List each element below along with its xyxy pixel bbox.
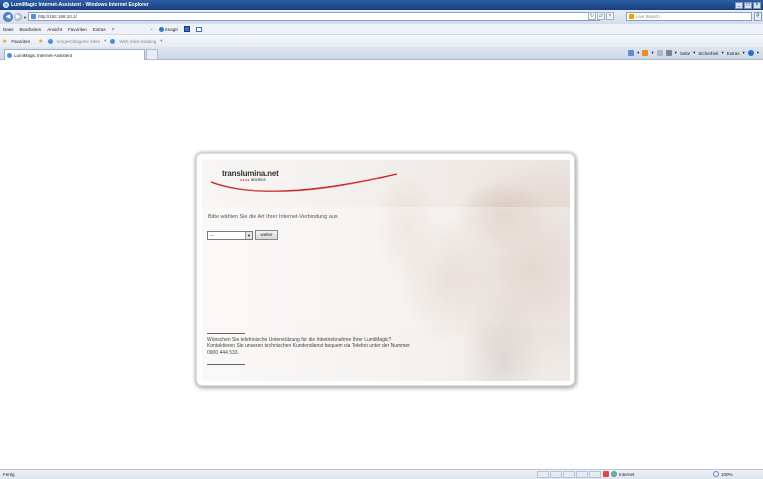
web-slice-dropdown-icon[interactable]: ▾ (160, 38, 162, 44)
window-controls: _ □ × (735, 1, 761, 9)
connection-type-select[interactable]: --- ▼ (207, 231, 253, 240)
url-text: http://192.168.10.1/ (38, 14, 77, 19)
forward-button[interactable]: ▶ (14, 13, 22, 21)
suggested-sites-link[interactable]: Vorgeschlagene Sites (57, 39, 101, 44)
suggested-sites-dropdown-icon[interactable]: ▾ (104, 38, 106, 44)
menu-file[interactable]: Datei (3, 27, 14, 32)
snagit-icon (158, 26, 164, 32)
menu-edit[interactable]: Bearbeiten (20, 27, 42, 32)
tab-page-icon (7, 52, 12, 58)
next-button[interactable]: weiter (255, 230, 278, 240)
status-text: Fertig (3, 472, 15, 477)
form-overlay (202, 207, 570, 327)
tools-menu-chevron-icon[interactable]: ▾ (742, 50, 744, 56)
connection-type-value: --- (210, 233, 215, 238)
mail-icon[interactable] (656, 50, 663, 56)
stop-button[interactable]: × (606, 12, 614, 20)
window-titlebar: LumiMagic Internet-Assistent - Windows I… (0, 0, 763, 10)
snagit-window-icon[interactable] (195, 26, 202, 32)
menu-tools[interactable]: Extras (93, 27, 106, 32)
favorites-button[interactable]: Favoriten (11, 39, 30, 44)
minimize-button[interactable]: _ (735, 1, 743, 9)
new-tab-button[interactable] (146, 49, 158, 60)
help-icon[interactable] (747, 50, 754, 56)
zoom-icon (713, 471, 719, 477)
suggested-sites-icon (47, 38, 53, 44)
tab-lumimagic[interactable]: LumiMagic Internet-Assistent (4, 49, 145, 60)
menu-help[interactable]: ? (112, 27, 115, 32)
connection-instruction: Bitte wählen Sie die Art Ihrer Internet-… (208, 214, 338, 220)
tab-row: LumiMagic Internet-Assistent ▾ ▾ ▾ Seite… (0, 47, 763, 60)
search-placeholder: Live Search (636, 14, 660, 19)
back-button[interactable]: ◀ (3, 12, 13, 22)
address-toolbar: ◀ ▶ ▼ http://192.168.10.1/ ↻ ⇄ × Live Se… (0, 10, 763, 24)
security-zone[interactable]: Internet (603, 471, 634, 477)
status-pane (563, 471, 575, 478)
favorites-bar: ★ Favoriten ★ Vorgeschlagene Sites ▾ Web… (0, 35, 763, 47)
status-pane (550, 471, 562, 478)
status-bar: Fertig Internet 100% (0, 469, 763, 479)
snagit-capture-icon[interactable] (183, 26, 190, 32)
feeds-icon[interactable] (642, 50, 649, 56)
page-menu[interactable]: Seite (680, 51, 690, 56)
safety-menu-chevron-icon[interactable]: ▾ (721, 50, 723, 56)
feeds-dropdown-icon[interactable]: ▾ (651, 50, 653, 56)
brand-logo: translumina.net ●●●● WORKS (222, 169, 279, 182)
divider-top (207, 333, 245, 334)
brand-tagline: ●●●● WORKS (240, 178, 266, 182)
brand-name: translumina.net (222, 169, 279, 178)
close-toolbar-icon[interactable]: × (150, 27, 153, 32)
menu-bar: Datei Bearbeiten Ansicht Favoriten Extra… (0, 24, 763, 35)
web-slice-icon (110, 38, 116, 44)
protected-mode-icon (603, 471, 609, 477)
home-dropdown-icon[interactable]: ▾ (637, 50, 639, 56)
close-button[interactable]: × (753, 1, 761, 9)
status-pane (576, 471, 588, 478)
print-dropdown-icon[interactable]: ▾ (675, 50, 677, 56)
page-content: translumina.net ●●●● WORKS Bitte wählen … (0, 61, 763, 469)
print-icon[interactable] (665, 50, 672, 56)
status-panes (537, 471, 601, 478)
support-text: Wünschen Sie telefonische Unterstützung … (207, 337, 410, 356)
history-dropdown-icon[interactable]: ▼ (23, 15, 27, 20)
search-input[interactable]: Live Search (626, 12, 752, 21)
zoom-value: 100% (721, 471, 733, 477)
page-icon (31, 14, 36, 19)
assistant-card: translumina.net ●●●● WORKS Bitte wählen … (196, 153, 575, 386)
live-search-icon (629, 14, 634, 19)
search-go-icon[interactable]: ⚲ (754, 12, 762, 21)
web-slice-gallery-link[interactable]: Web Slice-Katalog (119, 39, 156, 44)
help-dropdown-icon[interactable]: ▾ (757, 50, 759, 56)
brand-tagline-dots: ●●●● (240, 178, 250, 182)
zone-label: Internet (619, 471, 635, 477)
tab-label: LumiMagic Internet-Assistent (14, 52, 73, 58)
brand-tagline-text: WORKS (250, 178, 266, 182)
status-pane (537, 471, 549, 478)
snagit-label: SnagIt (164, 26, 178, 32)
command-bar: ▾ ▾ ▾ Seite ▾ Sicherheit ▾ Extras ▾ ▾ (628, 50, 759, 56)
address-tools: ↻ ⇄ × (588, 12, 614, 20)
address-input[interactable]: http://192.168.10.1/ (28, 12, 600, 21)
compatibility-view-icon[interactable]: ↻ (588, 12, 596, 20)
tools-menu[interactable]: Extras (727, 51, 740, 56)
globe-icon (611, 471, 617, 477)
zoom-control[interactable]: 100% (713, 471, 733, 477)
menu-favorites[interactable]: Favoriten (68, 27, 87, 32)
refresh-button[interactable]: ⇄ (597, 12, 605, 20)
safety-menu[interactable]: Sicherheit (698, 51, 718, 56)
add-favorite-icon[interactable]: ★ (38, 38, 43, 45)
ie-app-icon (3, 2, 9, 8)
chevron-down-icon[interactable]: ▼ (245, 232, 252, 239)
divider-bottom (207, 364, 245, 365)
status-pane (589, 471, 601, 478)
snagit-button[interactable]: SnagIt (158, 26, 178, 32)
favorites-star-icon[interactable]: ★ (2, 38, 7, 45)
menu-view[interactable]: Ansicht (47, 27, 62, 32)
home-icon[interactable] (628, 50, 635, 56)
window-title: LumiMagic Internet-Assistent - Windows I… (11, 2, 149, 8)
page-menu-chevron-icon[interactable]: ▾ (693, 50, 695, 56)
maximize-button[interactable]: □ (744, 1, 752, 9)
